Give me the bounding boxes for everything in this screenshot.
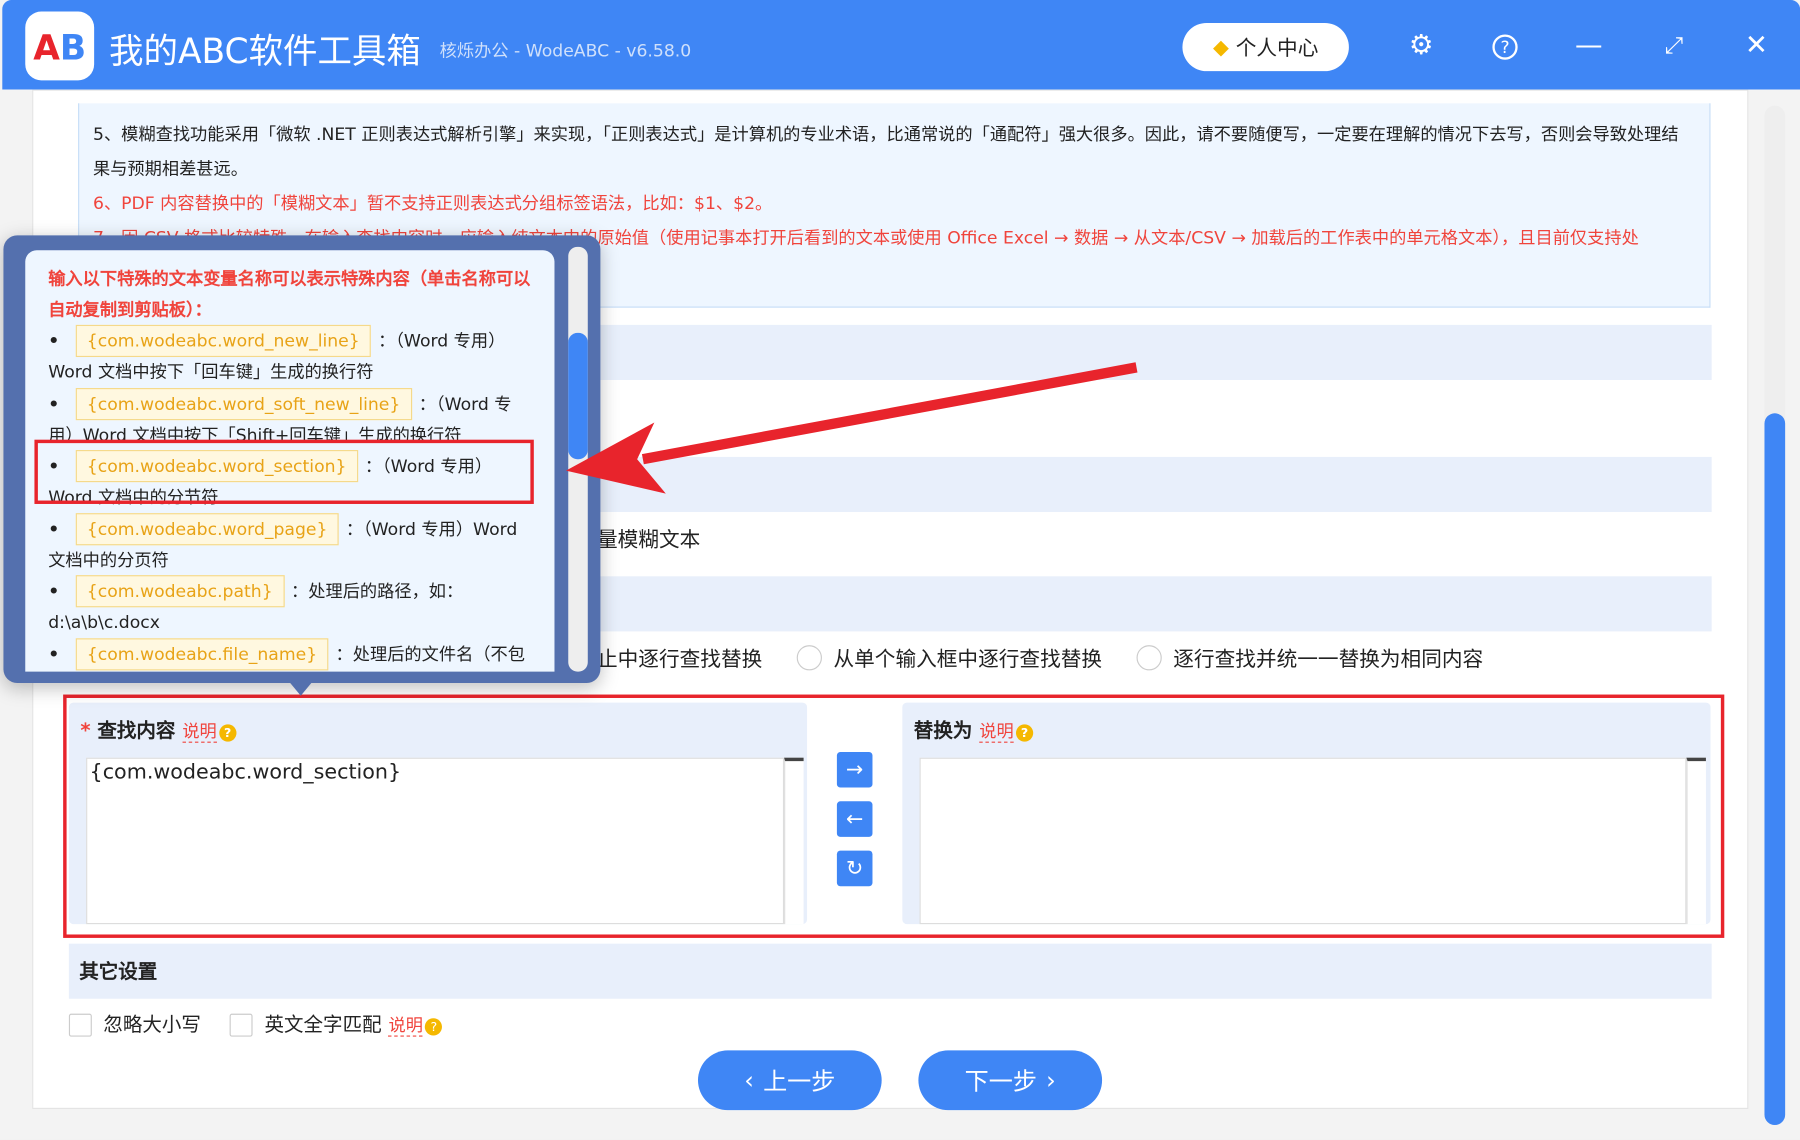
red-arrow-annotation	[565, 362, 1138, 494]
